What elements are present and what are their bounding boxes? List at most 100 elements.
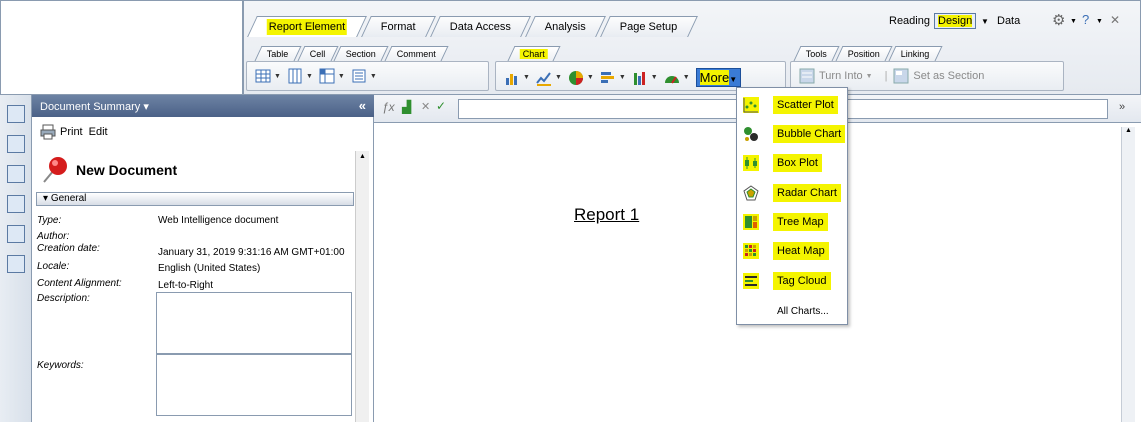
menu-label-tag-cloud: Tag Cloud — [773, 272, 831, 290]
scroll-up-arrow[interactable]: ▲ — [356, 153, 369, 160]
general-section-label: General — [50, 193, 87, 204]
help-dropdown-arrow[interactable]: ▼ — [1096, 18, 1103, 25]
web-services-icon[interactable] — [7, 195, 25, 213]
subtab-linking[interactable]: Linking — [888, 46, 943, 61]
subtab-tools[interactable]: Tools — [793, 46, 840, 61]
bar-chart-dropdown-arrow[interactable]: ▼ — [523, 74, 530, 81]
panel-title-dropdown-arrow[interactable]: ▾ — [143, 101, 149, 113]
tab-page-setup[interactable]: Page Setup — [600, 16, 698, 37]
crosstab-dropdown-arrow[interactable]: ▼ — [338, 73, 345, 80]
expand-formula-bar-icon[interactable]: » — [1119, 101, 1125, 113]
keywords-label: Keywords: — [37, 360, 84, 371]
menu-item-scatter-plot[interactable]: Scatter Plot — [743, 93, 838, 117]
crosstab-icon[interactable] — [319, 68, 335, 84]
tab-data-access[interactable]: Data Access — [430, 16, 532, 37]
close-icon[interactable]: ✕ — [1110, 13, 1120, 27]
tab-analysis[interactable]: Analysis — [525, 16, 607, 37]
menu-label-radar-chart: Radar Chart — [773, 184, 841, 202]
collapse-panel-icon[interactable]: « — [359, 98, 366, 113]
menu-item-bubble-chart[interactable]: Bubble Chart — [743, 122, 846, 146]
line-chart-dropdown-arrow[interactable]: ▼ — [555, 74, 562, 81]
report-scrollbar[interactable]: ▲ — [1121, 127, 1135, 422]
turn-into-icon — [799, 68, 815, 84]
general-section-header[interactable]: ▾ General — [36, 192, 354, 206]
point-chart-dropdown-arrow[interactable]: ▼ — [651, 74, 658, 81]
horizontal-bar-chart-icon[interactable] — [600, 70, 616, 86]
set-as-section-icon — [893, 68, 909, 84]
content-alignment-label: Content Alignment: — [37, 278, 122, 289]
bubble-chart-icon — [744, 127, 758, 141]
locale-label: Locale: — [37, 261, 70, 272]
create-variable-icon[interactable]: ▟ — [402, 100, 411, 114]
turn-into-button[interactable]: Turn Into — [819, 70, 863, 82]
menu-item-heat-map[interactable]: Heat Map — [743, 239, 829, 263]
subtab-position[interactable]: Position — [835, 46, 893, 61]
document-summary-icon[interactable] — [7, 105, 25, 123]
subtab-cell[interactable]: Cell — [297, 46, 338, 61]
tab-format[interactable]: Format — [361, 16, 437, 37]
table-icon[interactable] — [255, 68, 271, 84]
vertical-table-icon[interactable] — [287, 68, 303, 84]
description-label: Description: — [37, 293, 90, 304]
set-as-section-button[interactable]: Set as Section — [913, 70, 984, 82]
design-dropdown-arrow[interactable]: ▼ — [981, 17, 989, 26]
help-icon[interactable]: ? — [1082, 12, 1089, 27]
report-scroll-up-arrow[interactable]: ▲ — [1122, 127, 1135, 134]
panel-scrollbar[interactable]: ▲ — [355, 151, 369, 422]
table-dropdown-arrow[interactable]: ▼ — [274, 73, 281, 80]
document-header: New Document — [36, 150, 350, 190]
creation-date-value: January 31, 2019 9:31:16 AM GMT+01:00 — [158, 247, 345, 258]
gauge-chart-dropdown-arrow[interactable]: ▼ — [683, 74, 690, 81]
gear-icon[interactable]: ⚙ — [1052, 11, 1065, 29]
cancel-formula-icon[interactable]: ✕ — [421, 100, 430, 113]
menu-item-radar-chart[interactable]: Radar Chart — [743, 181, 841, 205]
panel-header[interactable]: Document Summary ▾ « — [32, 95, 374, 117]
data-mode-button[interactable]: Data — [997, 15, 1020, 27]
document-structure-icon[interactable] — [7, 255, 25, 273]
menu-label-heat-map: Heat Map — [773, 242, 829, 260]
horizontal-bar-dropdown-arrow[interactable]: ▼ — [619, 74, 626, 81]
form-dropdown-arrow[interactable]: ▼ — [370, 73, 377, 80]
pie-chart-icon[interactable] — [568, 70, 584, 86]
gauge-chart-icon[interactable] — [664, 70, 680, 86]
menu-item-tag-cloud[interactable]: Tag Cloud — [743, 269, 831, 293]
report-title[interactable]: Report 1 — [574, 205, 639, 225]
type-value: Web Intelligence document — [158, 215, 279, 226]
more-charts-button[interactable]: More▼ — [695, 68, 742, 87]
print-button[interactable]: Print — [60, 126, 83, 138]
input-controls-icon[interactable] — [7, 165, 25, 183]
subtab-chart[interactable]: Chart — [507, 46, 561, 61]
description-field[interactable] — [156, 292, 352, 354]
form-icon[interactable] — [351, 68, 367, 84]
validate-formula-icon[interactable]: ✓ — [436, 99, 446, 113]
keywords-field[interactable] — [156, 354, 352, 416]
panel-toolbar: Print Edit — [36, 119, 356, 145]
report-map-icon[interactable] — [7, 135, 25, 153]
tab-report-element[interactable]: Report Element — [247, 16, 368, 37]
gear-dropdown-arrow[interactable]: ▼ — [1070, 18, 1077, 25]
sub-tabs-chart: Chart — [507, 46, 561, 62]
edit-button[interactable]: Edit — [89, 126, 108, 138]
top-left-blank-area — [0, 0, 243, 95]
pie-chart-dropdown-arrow[interactable]: ▼ — [587, 74, 594, 81]
menu-item-box-plot[interactable]: Box Plot — [743, 151, 822, 175]
type-label: Type: — [37, 215, 62, 226]
menu-item-all-charts[interactable]: All Charts... — [773, 299, 833, 323]
menu-item-tree-map[interactable]: Tree Map — [743, 210, 828, 234]
line-chart-icon[interactable] — [536, 70, 552, 86]
reading-mode-button[interactable]: Reading — [889, 15, 930, 27]
subtab-section[interactable]: Section — [333, 46, 389, 61]
radar-chart-icon — [743, 185, 759, 201]
sub-tabs-right: Tools Position Linking — [793, 46, 943, 62]
subtab-table[interactable]: Table — [254, 46, 302, 61]
toolbar-divider: | — [884, 70, 888, 82]
print-icon[interactable] — [40, 124, 56, 140]
formula-editor-icon[interactable]: ƒx — [382, 100, 395, 114]
bar-chart-icon[interactable] — [504, 70, 520, 86]
point-chart-icon[interactable] — [632, 70, 648, 86]
available-objects-icon[interactable] — [7, 225, 25, 243]
subtab-comment[interactable]: Comment — [384, 46, 449, 61]
vertical-table-dropdown-arrow[interactable]: ▼ — [306, 73, 313, 80]
turn-into-dropdown-arrow[interactable]: ▼ — [866, 73, 873, 80]
design-mode-button[interactable]: Design — [934, 13, 977, 29]
